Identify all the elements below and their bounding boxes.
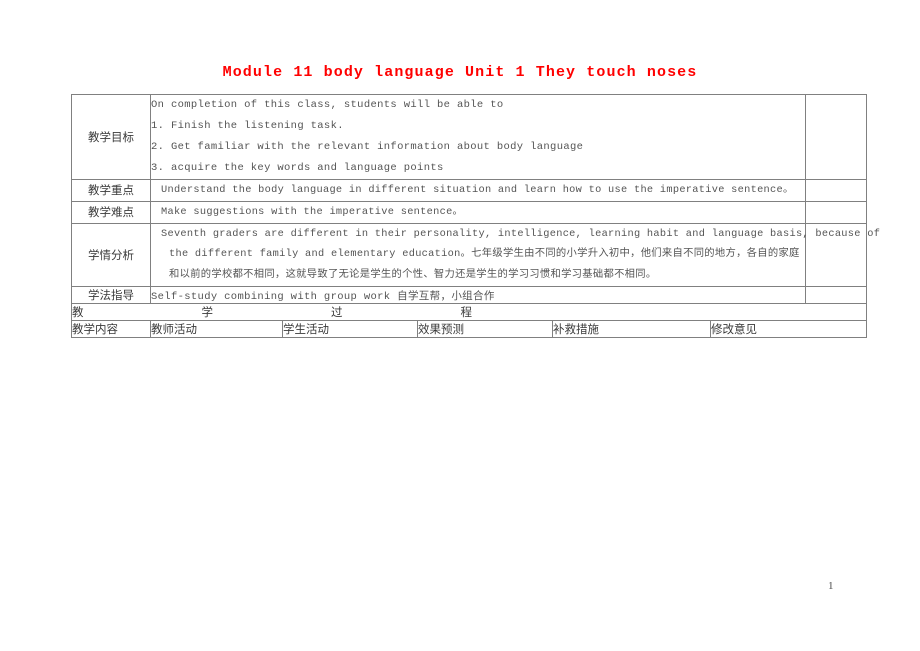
process-char-2: 学 bbox=[201, 305, 214, 320]
process-char-1: 教 bbox=[72, 305, 84, 320]
row-label-key-points: 教学重点 bbox=[71, 179, 151, 202]
table-row-difficulties: 教学难点 Make suggestions with the imperativ… bbox=[71, 200, 868, 224]
table-row-process-heading: 教学过程 bbox=[70, 303, 868, 322]
objectives-line-4: 3. acquire the key words and language po… bbox=[151, 162, 444, 175]
row-content-study-guidance: Self-study combining with group work 自学互… bbox=[149, 286, 807, 305]
column-header-student-activity: 学生活动 bbox=[282, 320, 418, 339]
page-title: Module 11 body language Unit 1 They touc… bbox=[222, 64, 698, 81]
key-points-line-1: Understand the body language in differen… bbox=[161, 184, 794, 197]
process-char-3: 过 bbox=[331, 305, 343, 320]
student-analysis-line-1: Seventh graders are different in their p… bbox=[161, 227, 881, 240]
document-page: Module 11 body language Unit 1 They touc… bbox=[0, 0, 920, 651]
row-spacer-key-points bbox=[805, 179, 868, 202]
column-header-remedial-measures: 补救措施 bbox=[552, 320, 711, 339]
row-content-key-points: Understand the body language in differen… bbox=[149, 179, 807, 202]
row-content-objectives: On completion of this class, students wi… bbox=[149, 93, 807, 181]
table-row-study-guidance: 学法指导 Self-study combining with group wor… bbox=[71, 286, 868, 305]
table-row-key-points: 教学重点 Understand the body language in dif… bbox=[71, 179, 868, 202]
objectives-line-3: 2. Get familiar with the relevant inform… bbox=[151, 141, 584, 154]
row-spacer-study-guidance bbox=[805, 286, 868, 305]
row-content-difficulties: Make suggestions with the imperative sen… bbox=[149, 200, 807, 224]
objectives-line-1: On completion of this class, students wi… bbox=[151, 99, 504, 111]
table-row-objectives: 教学目标 On completion of this class, studen… bbox=[71, 93, 868, 181]
process-heading: 教学过程 bbox=[70, 303, 868, 322]
page-number: 1 bbox=[828, 580, 834, 592]
difficulties-line-1: Make suggestions with the imperative sen… bbox=[161, 205, 464, 218]
row-content-student-analysis: Seventh graders are different in their p… bbox=[149, 222, 881, 288]
table-row-student-analysis: 学情分析 Seventh graders are different in th… bbox=[71, 222, 881, 288]
column-header-teacher-activity: 教师活动 bbox=[150, 320, 283, 339]
objectives-line-2: 1. Finish the listening task. bbox=[151, 120, 344, 133]
table-row-column-headers: 教学内容 教师活动 学生活动 效果预测 补救措施 修改意见 bbox=[71, 320, 868, 339]
row-spacer-objectives bbox=[805, 93, 868, 181]
row-label-difficulties: 教学难点 bbox=[71, 200, 151, 224]
column-header-revision-opinion: 修改意见 bbox=[709, 320, 868, 339]
student-analysis-line-2: the different family and elementary educ… bbox=[169, 248, 800, 261]
student-analysis-line-3: 和以前的学校都不相同，这就导致了无论是学生的个性、智力还是学生的学习习惯和学习基… bbox=[169, 269, 657, 282]
row-label-objectives: 教学目标 bbox=[71, 93, 151, 181]
row-spacer-difficulties bbox=[805, 200, 868, 224]
column-header-teaching-content: 教学内容 bbox=[71, 320, 151, 339]
process-char-4: 程 bbox=[460, 305, 473, 320]
row-label-study-guidance: 学法指导 bbox=[71, 286, 151, 305]
lesson-plan-table: 教学目标 On completion of this class, studen… bbox=[70, 93, 881, 339]
row-label-student-analysis: 学情分析 bbox=[71, 222, 151, 288]
column-header-effect-prediction: 效果预测 bbox=[417, 320, 553, 339]
